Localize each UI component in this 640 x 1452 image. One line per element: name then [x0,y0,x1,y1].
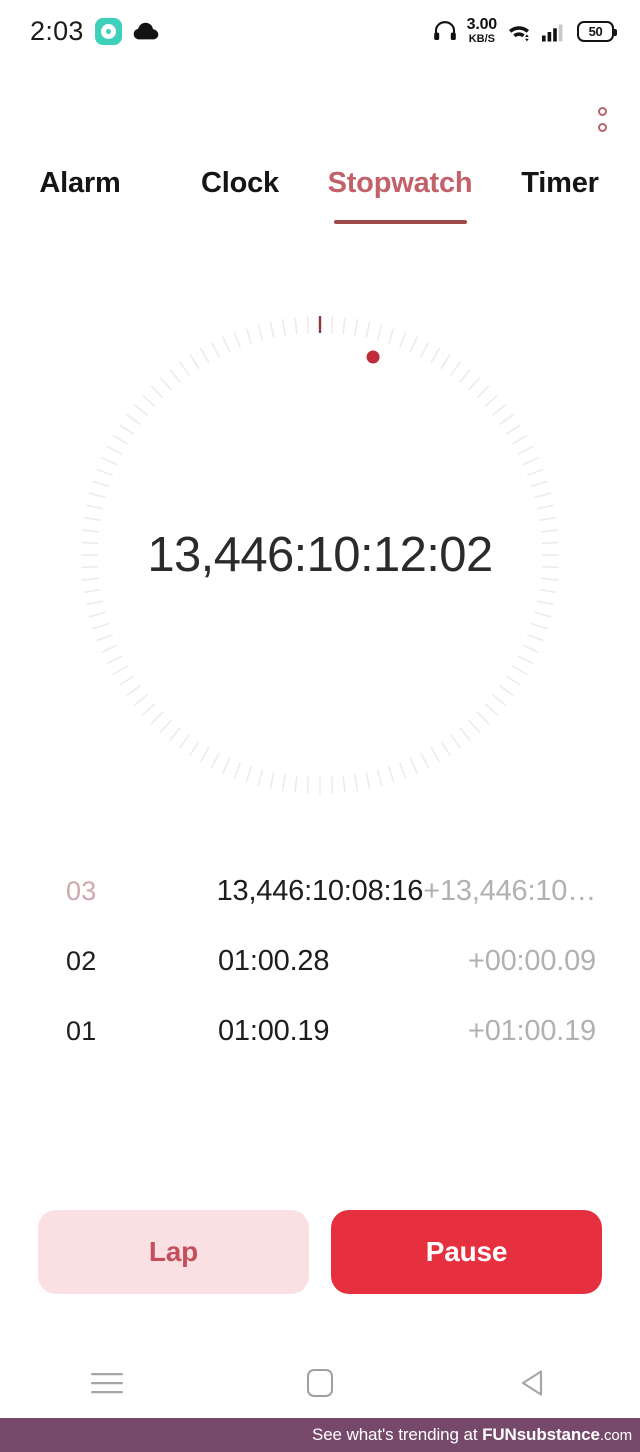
nav-recents-button[interactable] [0,1348,213,1418]
watermark-text: See what's trending at FUNsubstance.com [312,1425,632,1445]
tab-alarm-label: Alarm [39,167,121,199]
watermark-prefix: See what's trending at [311,1425,483,1444]
status-bar-left: 2:03 [30,16,159,47]
lap-time: 01:00.28 [218,944,330,977]
teal-app-icon [94,17,122,45]
tab-timer-underline [494,220,627,224]
overflow-dot-bottom [597,122,607,132]
tab-alarm[interactable]: Alarm [0,165,160,224]
tab-alarm-underline [14,220,147,224]
lap-index: 03 [66,875,97,906]
lap-row: 02 01:00.28 +00:00.09 [0,926,640,996]
status-clock: 2:03 [30,15,84,46]
signal-bars-icon [541,21,568,42]
battery-level: 50 [588,23,603,39]
tab-bar: Alarm Clock Stopwatch Timer [0,165,640,237]
battery-icon: 50 [577,20,617,42]
lap-list: 03 13,446:10:08:16 +13,446:10… 02 01:00.… [0,856,640,1066]
tab-stopwatch-label: Stopwatch [327,167,473,199]
tab-clock[interactable]: Clock [160,165,320,224]
cloud-icon [133,21,159,41]
lap-delta: +01:00.19 [467,1014,596,1047]
lap-delta: +00:00.09 [467,944,596,977]
tab-stopwatch[interactable]: Stopwatch [320,165,480,224]
tab-clock-underline [174,220,307,224]
network-speed: 3.00 KB/S [466,16,498,45]
nav-back-button[interactable] [427,1348,640,1418]
lap-row: 01 01:00.19 +01:00.19 [0,996,640,1066]
lap-delta: +13,446:10… [423,874,596,907]
lap-values: 01:00.28 +00:00.09 [184,945,596,978]
nav-home-button[interactable] [213,1348,426,1418]
action-buttons: Lap Pause [0,1210,640,1294]
overflow-menu-icon[interactable] [582,97,622,141]
tab-timer[interactable]: Timer [480,165,640,224]
headphone-icon [433,20,457,42]
tab-clock-label: Clock [201,167,279,199]
overflow-dot-top [597,106,607,116]
watermark-brand-bold: FUN [482,1425,517,1444]
back-triangle-icon [518,1368,548,1398]
status-bar: 2:03 3.00 KB/S 50 [0,0,640,62]
menu-icon [90,1371,124,1395]
lap-values: 13,446:10:08:16 +13,446:10… [183,874,597,908]
home-square-icon [306,1369,333,1397]
stopwatch-time-display: 13,446:10:12:02 [147,528,493,582]
lap-index: 01 [66,1015,97,1046]
stopwatch-screen: 2:03 3.00 KB/S 50 Alarm Clock Stopwatch … [0,0,640,1452]
system-nav-bar [0,1348,640,1418]
lap-row: 03 13,446:10:08:16 +13,446:10… [0,856,640,926]
network-speed-rate: 3.00 [466,16,498,33]
tab-stopwatch-underline [333,220,467,224]
teal-app-icon-disc [100,23,116,39]
tab-timer-label: Timer [521,167,599,199]
stopwatch-dial: 13,446:10:12:02 [80,305,560,805]
watermark-brand-tld: .com [599,1427,632,1444]
lap-time: 01:00.19 [218,1014,330,1047]
wifi-icon [506,21,532,42]
watermark-brand-rest: substance [516,1425,600,1444]
network-speed-unit: KB/S [468,33,495,45]
watermark-bar: See what's trending at FUNsubstance.com [0,1418,640,1452]
status-bar-right: 3.00 KB/S 50 [433,16,617,45]
lap-time: 13,446:10:08:16 [216,874,424,907]
pause-button[interactable]: Pause [331,1210,602,1294]
lap-index: 02 [66,945,97,976]
lap-button[interactable]: Lap [38,1210,309,1294]
lap-values: 01:00.19 +01:00.19 [184,1015,596,1048]
